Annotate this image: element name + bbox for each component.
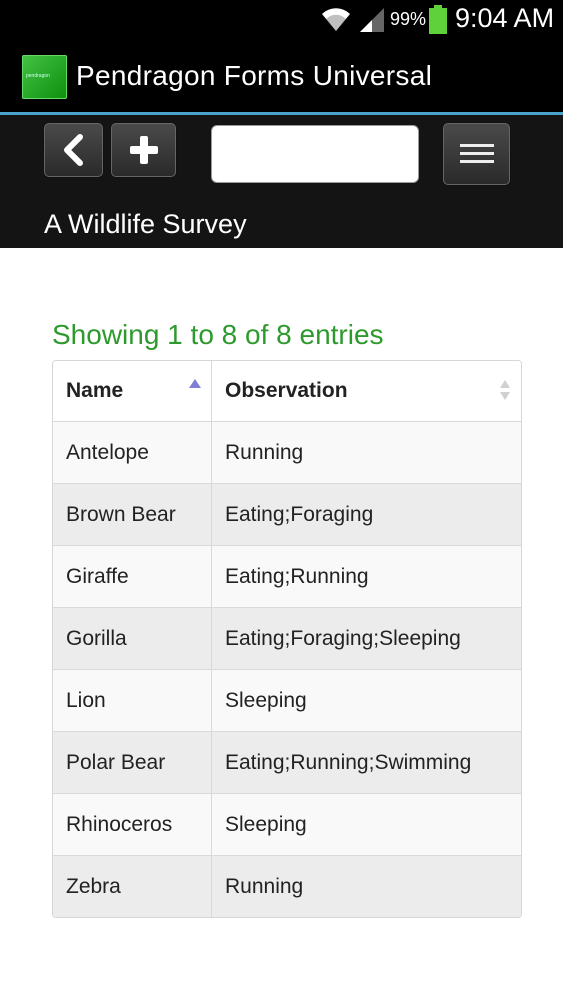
cell-observation: Sleeping xyxy=(211,669,521,732)
cell-observation: Running xyxy=(211,855,521,917)
toolbar: A Wildlife Survey xyxy=(0,115,563,248)
app-logo-text: pendragon xyxy=(26,73,50,79)
cell-name: Lion xyxy=(53,669,212,732)
column-header-observation-label: Observation xyxy=(225,379,348,402)
add-button[interactable] xyxy=(111,123,176,177)
entries-info: Showing 1 to 8 of 8 entries xyxy=(52,319,384,350)
table-row[interactable]: Brown Bear Eating;Foraging xyxy=(53,483,521,546)
cell-name: Zebra xyxy=(53,855,212,917)
sort-ascending-icon xyxy=(189,379,201,388)
table-row[interactable]: Zebra Running xyxy=(53,855,521,917)
clock: 9:04 AM xyxy=(455,3,555,33)
app-title: Pendragon Forms Universal xyxy=(76,60,433,91)
cell-name: Brown Bear xyxy=(53,483,212,546)
back-button[interactable] xyxy=(44,123,103,177)
cell-name: Giraffe xyxy=(53,545,212,608)
status-bar: 99% 9:04 AM xyxy=(0,0,563,39)
battery-icon xyxy=(429,5,447,34)
data-table: Name Observation Antelope Running Brown … xyxy=(52,360,522,918)
signal-icon xyxy=(360,8,384,32)
column-header-observation[interactable]: Observation xyxy=(211,361,521,422)
cell-observation: Running xyxy=(211,421,521,484)
search-input[interactable] xyxy=(211,125,419,183)
form-title: A Wildlife Survey xyxy=(44,209,247,239)
cell-observation: Eating;Foraging xyxy=(211,483,521,546)
app-logo: pendragon xyxy=(22,55,67,99)
cell-observation: Eating;Running;Swimming xyxy=(211,731,521,794)
table-row[interactable]: Giraffe Eating;Running xyxy=(53,545,521,608)
table-row[interactable]: Rhinoceros Sleeping xyxy=(53,793,521,856)
table-row[interactable]: Antelope Running xyxy=(53,421,521,484)
wifi-icon xyxy=(322,8,350,32)
cell-name: Gorilla xyxy=(53,607,212,670)
table-row[interactable]: Gorilla Eating;Foraging;Sleeping xyxy=(53,607,521,670)
cell-name: Antelope xyxy=(53,421,212,484)
plus-icon xyxy=(129,136,158,164)
hamburger-menu-icon xyxy=(459,144,494,163)
table-row[interactable]: Polar Bear Eating;Running;Swimming xyxy=(53,731,521,794)
sort-both-icon xyxy=(500,380,510,400)
app-bar: pendragon Pendragon Forms Universal xyxy=(0,39,563,112)
column-header-name[interactable]: Name xyxy=(53,361,212,422)
table-row[interactable]: Lion Sleeping xyxy=(53,669,521,732)
menu-button[interactable] xyxy=(443,123,510,185)
column-header-name-label: Name xyxy=(66,379,124,402)
battery-percent: 99% xyxy=(390,9,427,29)
cell-observation: Sleeping xyxy=(211,793,521,856)
cell-name: Polar Bear xyxy=(53,731,212,794)
cell-name: Rhinoceros xyxy=(53,793,212,856)
chevron-left-icon xyxy=(63,134,83,166)
cell-observation: Eating;Running xyxy=(211,545,521,608)
table-header-row: Name Observation xyxy=(53,361,521,422)
cell-observation: Eating;Foraging;Sleeping xyxy=(211,607,521,670)
